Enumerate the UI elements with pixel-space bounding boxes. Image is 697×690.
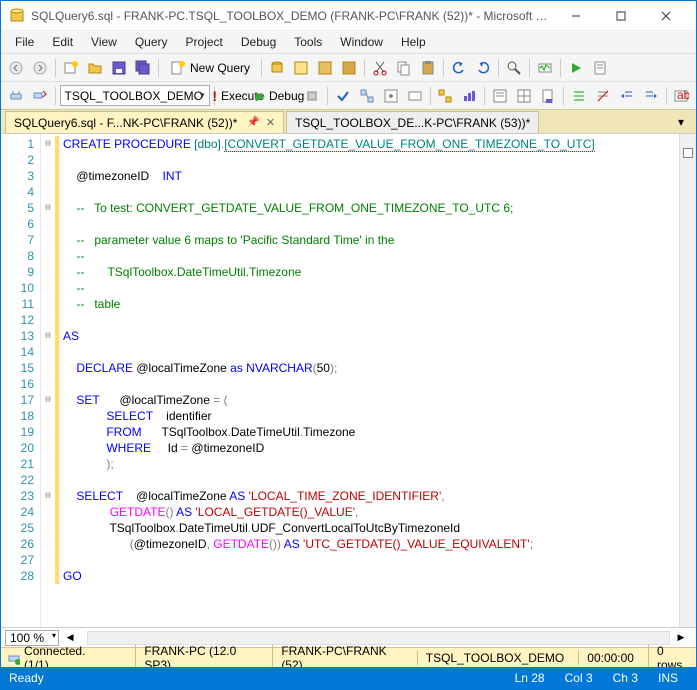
mdx-query-icon[interactable] — [314, 57, 336, 79]
dmx-query-icon[interactable] — [338, 57, 360, 79]
menu-view[interactable]: View — [83, 33, 125, 51]
debug-label: Debug — [269, 89, 304, 103]
vertical-scrollbar[interactable] — [679, 134, 696, 627]
undo-button[interactable] — [448, 57, 470, 79]
line-label: Ln 28 — [505, 671, 555, 685]
specify-values-icon[interactable]: ab — [670, 85, 692, 107]
close-tab-icon[interactable]: ✕ — [266, 116, 275, 129]
new-project-button[interactable] — [60, 57, 82, 79]
fold-margin[interactable]: ⊟⊟⊟⊟⊟ — [41, 134, 55, 627]
connection-status-bar: Connected. (1/1) FRANK-PC (12.0 SP3) FRA… — [1, 647, 696, 667]
titlebar: SQLQuery6.sql - FRANK-PC.TSQL_TOOLBOX_DE… — [1, 1, 696, 31]
horizontal-scrollbar[interactable] — [87, 631, 670, 645]
query-options-icon[interactable] — [380, 85, 402, 107]
properties-icon[interactable] — [589, 57, 611, 79]
db-cell: TSQL_TOOLBOX_DEMO — [417, 651, 565, 665]
zoom-selector[interactable]: 100 % — [5, 630, 59, 646]
line-numbers: 1234567891011121314151617181920212223242… — [1, 134, 41, 627]
code-content[interactable]: CREATE PROCEDURE [dbo].[CONVERT_GETDATE_… — [59, 134, 679, 627]
svg-text:ab: ab — [677, 88, 689, 102]
new-query-button[interactable]: New Query — [163, 57, 257, 79]
menu-edit[interactable]: Edit — [44, 33, 81, 51]
cancel-exec-button[interactable] — [301, 85, 323, 107]
ch-label: Ch 3 — [603, 671, 648, 685]
db-engine-query-icon[interactable] — [266, 57, 288, 79]
new-query-label: New Query — [190, 61, 250, 75]
menu-project[interactable]: Project — [178, 33, 231, 51]
copy-button[interactable] — [393, 57, 415, 79]
client-stats-icon[interactable] — [458, 85, 480, 107]
tab-sqlquery6[interactable]: SQLQuery6.sql - F...NK-PC\FRANK (52))* 📌… — [5, 111, 284, 133]
code-editor[interactable]: 1234567891011121314151617181920212223242… — [1, 133, 696, 627]
menu-help[interactable]: Help — [393, 33, 434, 51]
window-title: SQLQuery6.sql - FRANK-PC.TSQL_TOOLBOX_DE… — [31, 9, 553, 23]
close-button[interactable] — [643, 2, 688, 30]
menu-query[interactable]: Query — [127, 33, 176, 51]
app-icon — [9, 8, 25, 24]
menu-debug[interactable]: Debug — [233, 33, 284, 51]
connect-icon[interactable] — [5, 85, 27, 107]
intellisense-icon[interactable] — [404, 85, 426, 107]
col-label: Col 3 — [555, 671, 603, 685]
back-button[interactable] — [5, 57, 27, 79]
forward-button[interactable] — [29, 57, 51, 79]
change-connection-icon[interactable] — [29, 85, 51, 107]
cut-button[interactable] — [369, 57, 391, 79]
menu-tools[interactable]: Tools — [286, 33, 330, 51]
play-icon: ▶ — [256, 89, 265, 103]
start-button[interactable] — [565, 57, 587, 79]
find-button[interactable] — [503, 57, 525, 79]
execute-button[interactable]: ! Execute — [218, 85, 259, 107]
toolbar-sql-editor: TSQL_TOOLBOX_DEMO ! Execute ▶ Debug ab — [1, 81, 696, 109]
save-all-button[interactable] — [132, 57, 154, 79]
uncomment-icon[interactable] — [592, 85, 614, 107]
toolbar-standard: New Query — [1, 53, 696, 81]
menu-file[interactable]: File — [7, 33, 42, 51]
ready-label: Ready — [9, 671, 505, 685]
database-selector[interactable]: TSQL_TOOLBOX_DEMO — [60, 85, 210, 106]
results-grid-icon[interactable] — [513, 85, 535, 107]
debug-button[interactable]: ▶ Debug — [261, 85, 300, 107]
menubar: File Edit View Query Project Debug Tools… — [1, 31, 696, 53]
document-tabs: SQLQuery6.sql - F...NK-PC\FRANK (52))* 📌… — [1, 109, 696, 133]
results-file-icon[interactable] — [537, 85, 559, 107]
connected-icon — [7, 651, 20, 665]
tab-label: TSQL_TOOLBOX_DE...K-PC\FRANK (53))* — [295, 116, 530, 130]
open-button[interactable] — [84, 57, 106, 79]
save-button[interactable] — [108, 57, 130, 79]
results-text-icon[interactable] — [489, 85, 511, 107]
pin-icon[interactable]: 📌 — [247, 117, 259, 128]
increase-indent-icon[interactable] — [640, 85, 662, 107]
time-cell: 00:00:00 — [578, 651, 634, 665]
estimated-plan-icon[interactable] — [356, 85, 378, 107]
actual-plan-icon[interactable] — [434, 85, 456, 107]
tab-overflow-icon[interactable]: ▾ — [670, 111, 692, 133]
decrease-indent-icon[interactable] — [616, 85, 638, 107]
as-query-icon[interactable] — [290, 57, 312, 79]
ins-label: INS — [648, 671, 688, 685]
split-box[interactable] — [683, 148, 693, 158]
minimize-button[interactable] — [553, 2, 598, 30]
redo-button[interactable] — [472, 57, 494, 79]
comment-icon[interactable] — [568, 85, 590, 107]
parse-button[interactable] — [332, 85, 354, 107]
tab-label: SQLQuery6.sql - F...NK-PC\FRANK (52))* — [14, 116, 237, 130]
ide-status-bar: Ready Ln 28 Col 3 Ch 3 INS — [1, 667, 696, 689]
activity-monitor-icon[interactable] — [534, 57, 556, 79]
exclaim-icon: ! — [212, 88, 217, 104]
maximize-button[interactable] — [598, 2, 643, 30]
menu-window[interactable]: Window — [332, 33, 391, 51]
tab-toolbox-demo[interactable]: TSQL_TOOLBOX_DE...K-PC\FRANK (53))* — [286, 111, 539, 133]
paste-button[interactable] — [417, 57, 439, 79]
